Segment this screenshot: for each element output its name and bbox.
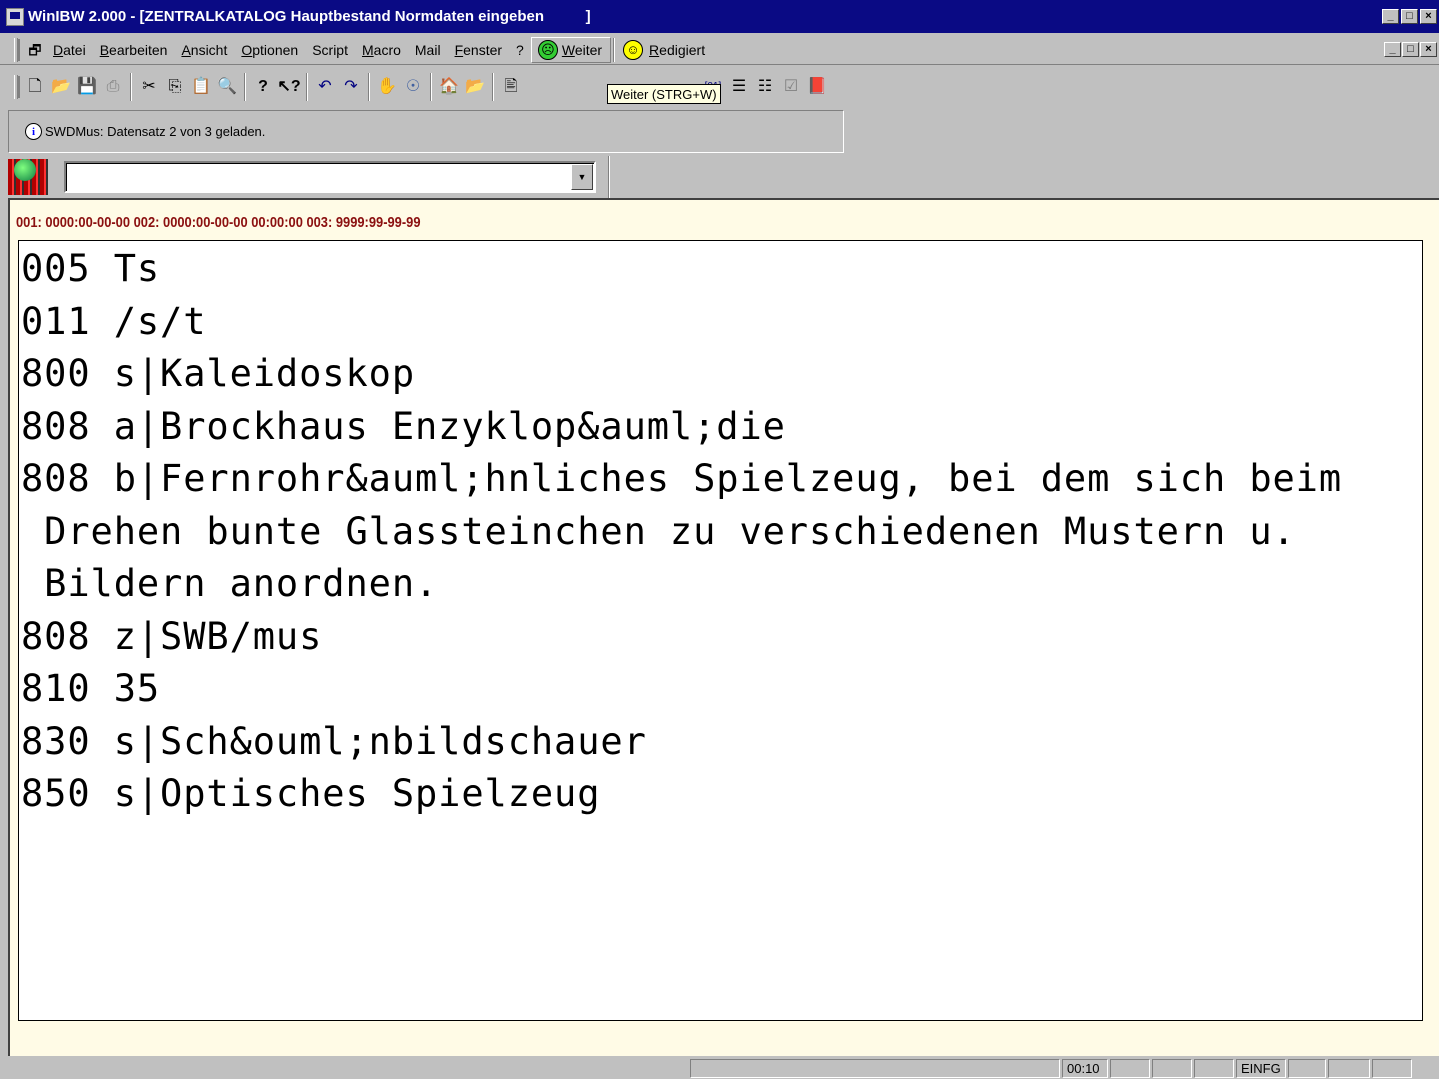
library-logo-icon[interactable] (8, 159, 48, 195)
info-message: SWDMus: Datensatz 2 von 3 geladen. (45, 124, 266, 139)
list-up-icon[interactable]: ☰ (728, 76, 750, 98)
print-icon[interactable]: ⎙ (102, 76, 124, 98)
context-help-icon[interactable]: ↖? (277, 76, 300, 98)
status-bar: 00:10 EINFG (8, 1058, 1439, 1079)
status-panel (1110, 1059, 1150, 1078)
weiter-button[interactable]: ☹ Weiter (530, 36, 612, 63)
record-line[interactable]: Drehen bunte Glassteinchen zu verschiede… (21, 506, 1422, 559)
toolbar-separator (368, 73, 370, 101)
paste-icon[interactable]: 📋 (190, 76, 212, 98)
mdi-restore-button[interactable]: □ (1402, 42, 1419, 57)
dropdown-arrow-icon[interactable]: ▼ (571, 164, 593, 190)
status-panel (1194, 1059, 1234, 1078)
record-lines: 005 Ts 011 /s/t 800 s|Kaleidoskop 808 a|… (19, 241, 1422, 821)
status-panel (1288, 1059, 1326, 1078)
save-icon[interactable]: 💾 (76, 76, 98, 98)
mdi-minimize-button[interactable]: _ (1384, 42, 1401, 57)
info-icon: i (25, 123, 42, 140)
smiley-icon: ☺ (623, 39, 644, 60)
command-row: ▼ (8, 156, 612, 198)
minimize-button[interactable]: _ (1382, 9, 1399, 24)
copy-icon[interactable]: ⎘ (164, 76, 186, 98)
toolbar-separator (492, 73, 494, 101)
open-folder-icon[interactable]: 📂 (50, 76, 72, 98)
app-icon[interactable] (6, 7, 24, 26)
document-window-icon[interactable]: 🗗 (24, 39, 46, 61)
command-combobox[interactable]: ▼ (64, 161, 596, 193)
validate-icon[interactable]: ☑ (780, 76, 802, 98)
toolbar-separator (306, 73, 308, 101)
window-controls: _ □ × (1382, 9, 1437, 24)
maximize-button[interactable]: □ (1401, 9, 1418, 24)
cut-icon[interactable]: ✂ (138, 76, 160, 98)
toolbar-separator (130, 73, 132, 101)
toolbar-separator (430, 73, 432, 101)
undo-icon[interactable]: ↶ (314, 76, 336, 98)
menubar-grip[interactable] (14, 37, 18, 62)
find-icon[interactable]: 🔍 (216, 76, 238, 98)
record-line[interactable]: 808 z|SWB/mus (21, 611, 1422, 664)
status-time: 00:10 (1062, 1059, 1108, 1078)
menu-fenster[interactable]: Fenster (448, 42, 509, 58)
record-line[interactable]: 850 s|Optisches Spielzeug (21, 768, 1422, 821)
list-down-icon[interactable]: ☷ (754, 76, 776, 98)
record-line[interactable]: 810 35 (21, 663, 1422, 716)
record-editor[interactable]: 005 Ts 011 /s/t 800 s|Kaleidoskop 808 a|… (18, 240, 1423, 1021)
status-panel (1328, 1059, 1370, 1078)
home-icon[interactable]: 🏠 (438, 76, 460, 98)
editor-area: 001: 0000:00-00-00 002: 0000:00-00-00 00… (8, 198, 1439, 1056)
edit-record-icon[interactable]: 🖹 (500, 76, 522, 98)
record-line[interactable]: 830 s|Sch&ouml;nbildschauer (21, 716, 1422, 769)
sad-face-icon: ☹ (537, 39, 558, 60)
help-icon[interactable]: ? (252, 76, 274, 98)
menu-separator (613, 37, 616, 62)
menu-mail[interactable]: Mail (408, 42, 448, 58)
weiter-tooltip: Weiter (STRG+W) (607, 84, 721, 104)
search-globe-icon[interactable]: ☉ (402, 76, 424, 98)
toolbar: 🗋 📂 💾 ⎙ ✂ ⎘ 📋 🔍 ? ↖? ↶ ↷ ✋ ☉ 🏠 📂 🖹 — [01… (0, 68, 940, 106)
menu-bearbeiten[interactable]: Bearbeiten (93, 42, 175, 58)
record-line[interactable]: 808 a|Brockhaus Enzyklop&auml;die (21, 401, 1422, 454)
status-message-panel (690, 1059, 1060, 1078)
menu-datei[interactable]: Datei (46, 42, 93, 58)
window-title: WinIBW 2.000 - [ZENTRALKATALOG Hauptbest… (28, 8, 591, 25)
record-line[interactable]: 011 /s/t (21, 296, 1422, 349)
record-line[interactable]: 800 s|Kaleidoskop (21, 348, 1422, 401)
record-header: 001: 0000:00-00-00 002: 0000:00-00-00 00… (16, 214, 421, 231)
status-panel (1152, 1059, 1192, 1078)
record-line[interactable]: 808 b|Fernrohr&auml;hnliches Spielzeug, … (21, 453, 1422, 506)
status-insert-mode: EINFG (1236, 1059, 1286, 1078)
title-bar[interactable]: WinIBW 2.000 - [ZENTRALKATALOG Hauptbest… (0, 0, 1439, 33)
menu-optionen[interactable]: Optionen (234, 42, 305, 58)
redigiert-button[interactable]: ☺ Redigiert (617, 39, 706, 60)
open-folder-icon-2[interactable]: 📂 (464, 76, 486, 98)
weiter-label: Weiter (561, 41, 603, 58)
info-panel: i SWDMus: Datensatz 2 von 3 geladen. (8, 110, 844, 153)
combo-separator (608, 156, 610, 198)
redigiert-label: Redigiert (649, 41, 706, 58)
mdi-window-controls: _ □ × (1384, 42, 1437, 57)
status-empty-left (8, 1059, 688, 1078)
menu-macro[interactable]: Macro (355, 42, 408, 58)
new-document-icon[interactable]: 🗋 (24, 76, 46, 98)
book-icon[interactable]: 📕 (806, 76, 828, 98)
close-button[interactable]: × (1420, 9, 1437, 24)
record-line[interactable]: Bildern anordnen. (21, 558, 1422, 611)
mdi-close-button[interactable]: × (1420, 42, 1437, 57)
menu-script[interactable]: Script (305, 42, 355, 58)
record-line[interactable]: 005 Ts (21, 243, 1422, 296)
menu-bar: 🗗 Datei Bearbeiten Ansicht Optionen Scri… (0, 35, 1439, 65)
redo-icon[interactable]: ↷ (340, 76, 362, 98)
stop-hand-icon[interactable]: ✋ (376, 76, 398, 98)
toolbar-grip[interactable] (14, 75, 18, 99)
main-window: WinIBW 2.000 - [ZENTRALKATALOG Hauptbest… (0, 0, 1439, 1079)
menu-help[interactable]: ? (509, 42, 531, 58)
status-panel (1372, 1059, 1412, 1078)
menu-ansicht[interactable]: Ansicht (174, 42, 234, 58)
toolbar-separator (244, 73, 246, 101)
